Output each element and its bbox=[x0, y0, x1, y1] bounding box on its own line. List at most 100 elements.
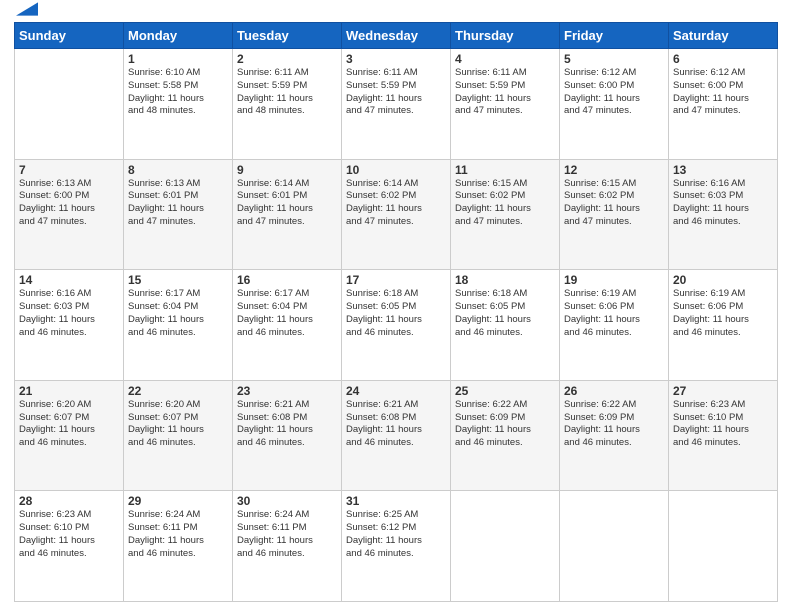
day-cell: 31Sunrise: 6:25 AM Sunset: 6:12 PM Dayli… bbox=[342, 491, 451, 602]
day-cell: 2Sunrise: 6:11 AM Sunset: 5:59 PM Daylig… bbox=[233, 49, 342, 160]
day-info: Sunrise: 6:22 AM Sunset: 6:09 PM Dayligh… bbox=[455, 399, 555, 450]
calendar-table: SundayMondayTuesdayWednesdayThursdayFrid… bbox=[14, 22, 778, 602]
week-row-3: 14Sunrise: 6:16 AM Sunset: 6:03 PM Dayli… bbox=[15, 270, 778, 381]
day-cell: 16Sunrise: 6:17 AM Sunset: 6:04 PM Dayli… bbox=[233, 270, 342, 381]
col-header-friday: Friday bbox=[560, 23, 669, 49]
day-cell: 27Sunrise: 6:23 AM Sunset: 6:10 PM Dayli… bbox=[669, 380, 778, 491]
day-cell: 8Sunrise: 6:13 AM Sunset: 6:01 PM Daylig… bbox=[124, 159, 233, 270]
day-cell: 6Sunrise: 6:12 AM Sunset: 6:00 PM Daylig… bbox=[669, 49, 778, 160]
day-info: Sunrise: 6:18 AM Sunset: 6:05 PM Dayligh… bbox=[455, 288, 555, 339]
day-cell: 17Sunrise: 6:18 AM Sunset: 6:05 PM Dayli… bbox=[342, 270, 451, 381]
day-info: Sunrise: 6:23 AM Sunset: 6:10 PM Dayligh… bbox=[19, 509, 119, 560]
day-cell bbox=[451, 491, 560, 602]
day-info: Sunrise: 6:16 AM Sunset: 6:03 PM Dayligh… bbox=[673, 178, 773, 229]
day-info: Sunrise: 6:17 AM Sunset: 6:04 PM Dayligh… bbox=[128, 288, 228, 339]
day-cell: 12Sunrise: 6:15 AM Sunset: 6:02 PM Dayli… bbox=[560, 159, 669, 270]
day-info: Sunrise: 6:21 AM Sunset: 6:08 PM Dayligh… bbox=[346, 399, 446, 450]
day-number: 24 bbox=[346, 384, 446, 398]
day-cell: 9Sunrise: 6:14 AM Sunset: 6:01 PM Daylig… bbox=[233, 159, 342, 270]
day-info: Sunrise: 6:12 AM Sunset: 6:00 PM Dayligh… bbox=[673, 67, 773, 118]
day-cell bbox=[15, 49, 124, 160]
day-info: Sunrise: 6:11 AM Sunset: 5:59 PM Dayligh… bbox=[346, 67, 446, 118]
day-number: 8 bbox=[128, 163, 228, 177]
day-info: Sunrise: 6:16 AM Sunset: 6:03 PM Dayligh… bbox=[19, 288, 119, 339]
header bbox=[14, 10, 778, 16]
day-info: Sunrise: 6:22 AM Sunset: 6:09 PM Dayligh… bbox=[564, 399, 664, 450]
col-header-sunday: Sunday bbox=[15, 23, 124, 49]
logo-icon bbox=[16, 2, 38, 16]
day-info: Sunrise: 6:20 AM Sunset: 6:07 PM Dayligh… bbox=[19, 399, 119, 450]
day-cell: 13Sunrise: 6:16 AM Sunset: 6:03 PM Dayli… bbox=[669, 159, 778, 270]
day-cell: 18Sunrise: 6:18 AM Sunset: 6:05 PM Dayli… bbox=[451, 270, 560, 381]
day-number: 7 bbox=[19, 163, 119, 177]
day-number: 4 bbox=[455, 52, 555, 66]
header-row: SundayMondayTuesdayWednesdayThursdayFrid… bbox=[15, 23, 778, 49]
day-cell: 4Sunrise: 6:11 AM Sunset: 5:59 PM Daylig… bbox=[451, 49, 560, 160]
day-cell: 30Sunrise: 6:24 AM Sunset: 6:11 PM Dayli… bbox=[233, 491, 342, 602]
day-info: Sunrise: 6:15 AM Sunset: 6:02 PM Dayligh… bbox=[455, 178, 555, 229]
day-cell: 29Sunrise: 6:24 AM Sunset: 6:11 PM Dayli… bbox=[124, 491, 233, 602]
day-number: 13 bbox=[673, 163, 773, 177]
day-cell bbox=[669, 491, 778, 602]
day-info: Sunrise: 6:17 AM Sunset: 6:04 PM Dayligh… bbox=[237, 288, 337, 339]
day-number: 31 bbox=[346, 494, 446, 508]
day-info: Sunrise: 6:18 AM Sunset: 6:05 PM Dayligh… bbox=[346, 288, 446, 339]
day-cell: 19Sunrise: 6:19 AM Sunset: 6:06 PM Dayli… bbox=[560, 270, 669, 381]
day-info: Sunrise: 6:19 AM Sunset: 6:06 PM Dayligh… bbox=[564, 288, 664, 339]
col-header-saturday: Saturday bbox=[669, 23, 778, 49]
day-cell: 3Sunrise: 6:11 AM Sunset: 5:59 PM Daylig… bbox=[342, 49, 451, 160]
day-number: 9 bbox=[237, 163, 337, 177]
day-number: 30 bbox=[237, 494, 337, 508]
day-number: 16 bbox=[237, 273, 337, 287]
week-row-4: 21Sunrise: 6:20 AM Sunset: 6:07 PM Dayli… bbox=[15, 380, 778, 491]
day-number: 28 bbox=[19, 494, 119, 508]
week-row-1: 1Sunrise: 6:10 AM Sunset: 5:58 PM Daylig… bbox=[15, 49, 778, 160]
day-number: 26 bbox=[564, 384, 664, 398]
day-cell bbox=[560, 491, 669, 602]
day-cell: 24Sunrise: 6:21 AM Sunset: 6:08 PM Dayli… bbox=[342, 380, 451, 491]
col-header-thursday: Thursday bbox=[451, 23, 560, 49]
day-info: Sunrise: 6:24 AM Sunset: 6:11 PM Dayligh… bbox=[128, 509, 228, 560]
day-info: Sunrise: 6:13 AM Sunset: 6:01 PM Dayligh… bbox=[128, 178, 228, 229]
day-number: 2 bbox=[237, 52, 337, 66]
day-number: 1 bbox=[128, 52, 228, 66]
day-cell: 21Sunrise: 6:20 AM Sunset: 6:07 PM Dayli… bbox=[15, 380, 124, 491]
logo bbox=[14, 10, 38, 16]
day-cell: 7Sunrise: 6:13 AM Sunset: 6:00 PM Daylig… bbox=[15, 159, 124, 270]
day-number: 12 bbox=[564, 163, 664, 177]
col-header-monday: Monday bbox=[124, 23, 233, 49]
day-number: 11 bbox=[455, 163, 555, 177]
day-info: Sunrise: 6:10 AM Sunset: 5:58 PM Dayligh… bbox=[128, 67, 228, 118]
day-info: Sunrise: 6:24 AM Sunset: 6:11 PM Dayligh… bbox=[237, 509, 337, 560]
day-cell: 1Sunrise: 6:10 AM Sunset: 5:58 PM Daylig… bbox=[124, 49, 233, 160]
col-header-wednesday: Wednesday bbox=[342, 23, 451, 49]
page: SundayMondayTuesdayWednesdayThursdayFrid… bbox=[0, 0, 792, 612]
day-number: 25 bbox=[455, 384, 555, 398]
day-info: Sunrise: 6:14 AM Sunset: 6:01 PM Dayligh… bbox=[237, 178, 337, 229]
day-number: 10 bbox=[346, 163, 446, 177]
day-cell: 28Sunrise: 6:23 AM Sunset: 6:10 PM Dayli… bbox=[15, 491, 124, 602]
day-cell: 22Sunrise: 6:20 AM Sunset: 6:07 PM Dayli… bbox=[124, 380, 233, 491]
day-number: 18 bbox=[455, 273, 555, 287]
day-info: Sunrise: 6:14 AM Sunset: 6:02 PM Dayligh… bbox=[346, 178, 446, 229]
day-cell: 20Sunrise: 6:19 AM Sunset: 6:06 PM Dayli… bbox=[669, 270, 778, 381]
day-info: Sunrise: 6:12 AM Sunset: 6:00 PM Dayligh… bbox=[564, 67, 664, 118]
day-number: 6 bbox=[673, 52, 773, 66]
day-number: 22 bbox=[128, 384, 228, 398]
day-cell: 10Sunrise: 6:14 AM Sunset: 6:02 PM Dayli… bbox=[342, 159, 451, 270]
day-info: Sunrise: 6:19 AM Sunset: 6:06 PM Dayligh… bbox=[673, 288, 773, 339]
day-number: 17 bbox=[346, 273, 446, 287]
day-number: 23 bbox=[237, 384, 337, 398]
day-number: 27 bbox=[673, 384, 773, 398]
day-cell: 23Sunrise: 6:21 AM Sunset: 6:08 PM Dayli… bbox=[233, 380, 342, 491]
week-row-5: 28Sunrise: 6:23 AM Sunset: 6:10 PM Dayli… bbox=[15, 491, 778, 602]
day-number: 3 bbox=[346, 52, 446, 66]
day-info: Sunrise: 6:11 AM Sunset: 5:59 PM Dayligh… bbox=[237, 67, 337, 118]
day-info: Sunrise: 6:25 AM Sunset: 6:12 PM Dayligh… bbox=[346, 509, 446, 560]
day-cell: 25Sunrise: 6:22 AM Sunset: 6:09 PM Dayli… bbox=[451, 380, 560, 491]
day-info: Sunrise: 6:11 AM Sunset: 5:59 PM Dayligh… bbox=[455, 67, 555, 118]
day-info: Sunrise: 6:13 AM Sunset: 6:00 PM Dayligh… bbox=[19, 178, 119, 229]
day-number: 20 bbox=[673, 273, 773, 287]
day-number: 14 bbox=[19, 273, 119, 287]
day-cell: 14Sunrise: 6:16 AM Sunset: 6:03 PM Dayli… bbox=[15, 270, 124, 381]
